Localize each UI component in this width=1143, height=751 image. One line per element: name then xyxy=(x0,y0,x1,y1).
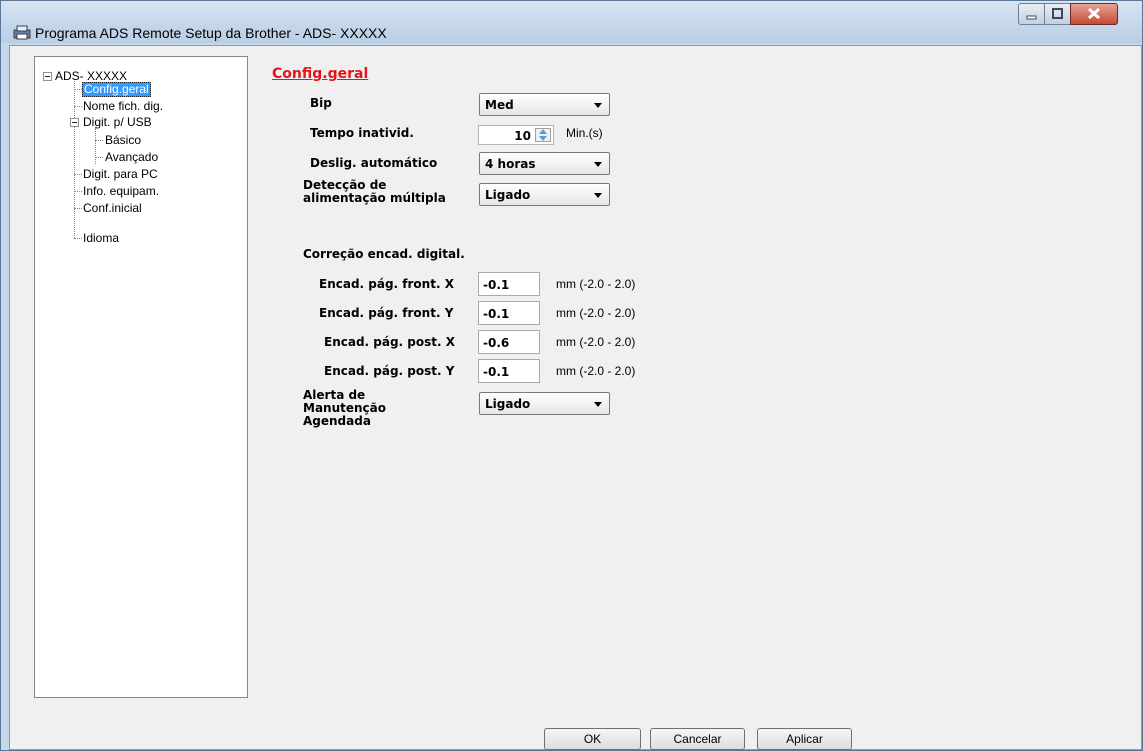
chevron-down-icon xyxy=(594,162,602,167)
tree-line xyxy=(74,89,82,90)
chevron-down-icon xyxy=(594,193,602,198)
collapse-icon[interactable] xyxy=(43,72,52,81)
tree-item-idioma[interactable]: Idioma xyxy=(83,231,119,245)
encad-post-y-label: Encad. pág. post. Y xyxy=(324,364,455,378)
tree-line xyxy=(74,208,82,209)
tree-item-digit-pc[interactable]: Digit. para PC xyxy=(83,167,158,181)
encad-front-x-input[interactable]: -0.1 xyxy=(478,272,540,296)
maximize-icon xyxy=(1052,8,1063,19)
tempo-stepper[interactable]: 10 xyxy=(478,125,554,145)
tree-root[interactable]: ADS- XXXXX xyxy=(55,69,127,83)
app-window: Programa ADS Remote Setup da Brother - A… xyxy=(0,0,1143,751)
encad-front-y-value: -0.1 xyxy=(483,307,510,321)
close-icon xyxy=(1087,7,1101,20)
collapse-icon[interactable] xyxy=(70,118,79,127)
encad-post-x-value: -0.6 xyxy=(483,336,510,350)
settings-tree[interactable]: ADS- XXXXX Config.geral Nome fich. dig. … xyxy=(34,56,248,698)
alerta-value: Ligado xyxy=(485,397,531,411)
encad-post-y-input[interactable]: -0.1 xyxy=(478,359,540,383)
encad-post-x-label: Encad. pág. post. X xyxy=(324,335,455,349)
deslig-value: 4 horas xyxy=(485,157,536,171)
deslig-label: Deslig. automático xyxy=(310,156,438,170)
correcao-section-title: Correção encad. digital. xyxy=(303,247,465,261)
tree-line xyxy=(74,191,82,192)
chevron-down-icon xyxy=(594,103,602,108)
maximize-button[interactable] xyxy=(1044,3,1071,25)
encad-front-x-label: Encad. pág. front. X xyxy=(319,277,454,291)
app-icon xyxy=(13,25,31,40)
tree-line xyxy=(74,174,82,175)
bip-label: Bip xyxy=(310,96,332,110)
tempo-unit: Min.(s) xyxy=(566,126,603,140)
minimize-button[interactable] xyxy=(1018,3,1045,25)
encad-front-x-value: -0.1 xyxy=(483,278,510,292)
tree-line xyxy=(74,81,75,238)
close-button[interactable] xyxy=(1070,3,1118,25)
tree-item-avancado[interactable]: Avançado xyxy=(105,150,158,164)
encad-post-x-range: mm (-2.0 - 2.0) xyxy=(556,335,636,349)
deteccao-label-line2: alimentação múltipla xyxy=(303,191,446,205)
tree-item-conf-inicial[interactable]: Conf.inicial xyxy=(83,201,142,215)
client-area: ADS- XXXXX Config.geral Nome fich. dig. … xyxy=(9,45,1142,750)
tree-item-digit-usb[interactable]: Digit. p/ USB xyxy=(83,115,152,129)
window-title: Programa ADS Remote Setup da Brother - A… xyxy=(35,25,387,41)
minimize-icon xyxy=(1026,15,1037,20)
apply-button[interactable]: Aplicar xyxy=(757,728,852,750)
bip-value: Med xyxy=(485,98,514,112)
tempo-value: 10 xyxy=(514,129,531,143)
tree-line xyxy=(95,140,103,141)
cancel-button[interactable]: Cancelar xyxy=(650,728,745,750)
spin-up-icon[interactable] xyxy=(539,129,547,134)
encad-front-y-input[interactable]: -0.1 xyxy=(478,301,540,325)
deslig-select[interactable]: 4 horas xyxy=(479,152,610,175)
tree-line xyxy=(95,128,96,164)
spin-down-icon[interactable] xyxy=(539,136,547,141)
tree-item-info-equipam[interactable]: Info. equipam. xyxy=(83,184,159,198)
tempo-label: Tempo inativid. xyxy=(310,126,414,140)
page-title: Config.geral xyxy=(272,66,369,82)
tree-line xyxy=(74,238,82,239)
bip-select[interactable]: Med xyxy=(479,93,610,116)
deteccao-select[interactable]: Ligado xyxy=(479,183,610,206)
tree-item-basico[interactable]: Básico xyxy=(105,133,141,147)
tree-item-config-geral[interactable]: Config.geral xyxy=(82,82,151,97)
chevron-down-icon xyxy=(594,402,602,407)
encad-post-y-range: mm (-2.0 - 2.0) xyxy=(556,364,636,378)
encad-front-x-range: mm (-2.0 - 2.0) xyxy=(556,277,636,291)
deteccao-value: Ligado xyxy=(485,188,531,202)
title-bar: Programa ADS Remote Setup da Brother - A… xyxy=(1,1,1142,43)
encad-front-y-label: Encad. pág. front. Y xyxy=(319,306,454,320)
encad-post-x-input[interactable]: -0.6 xyxy=(478,330,540,354)
tree-line xyxy=(74,106,82,107)
alerta-select[interactable]: Ligado xyxy=(479,392,610,415)
alerta-label-line3: Agendada xyxy=(303,414,371,428)
ok-button[interactable]: OK xyxy=(544,728,641,750)
spin-buttons[interactable] xyxy=(535,128,551,142)
encad-front-y-range: mm (-2.0 - 2.0) xyxy=(556,306,636,320)
tree-line xyxy=(95,157,103,158)
tree-item-nome-fich[interactable]: Nome fich. dig. xyxy=(83,99,163,113)
encad-post-y-value: -0.1 xyxy=(483,365,510,379)
